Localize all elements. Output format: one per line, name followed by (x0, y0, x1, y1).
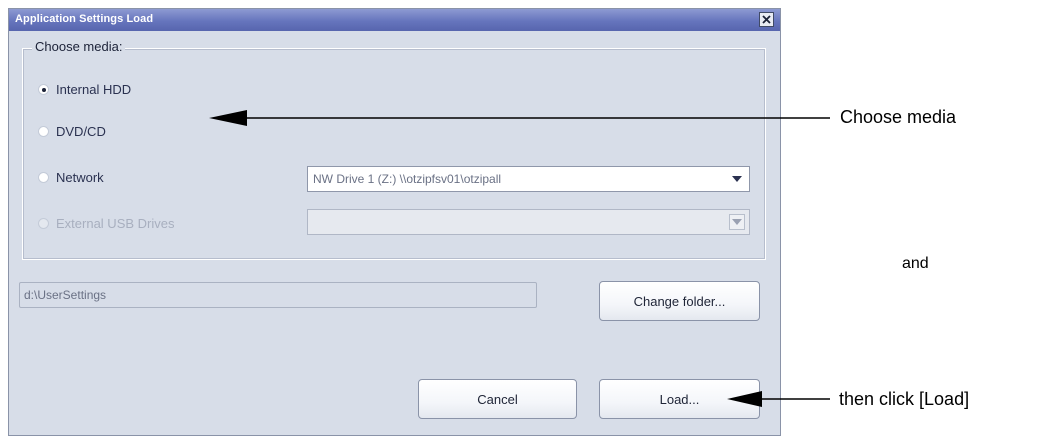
title-bar[interactable]: Application Settings Load (9, 9, 780, 31)
annotation-then-click-load: then click [Load] (839, 389, 970, 409)
choose-media-legend: Choose media: (32, 39, 126, 54)
dialog-title: Application Settings Load (15, 13, 154, 25)
network-drive-value: NW Drive 1 (Z:) \\otzipfsv01\otzipall (313, 172, 502, 186)
screenshot: Application Settings Load Choose media: … (0, 0, 1044, 440)
load-button[interactable]: Load... (599, 379, 760, 419)
annotation-and: and (902, 255, 929, 272)
folder-path-value: d:\UserSettings (24, 288, 107, 302)
radio-label: DVD/CD (56, 124, 106, 139)
folder-path-field[interactable]: d:\UserSettings (19, 282, 537, 308)
radio-label: External USB Drives (56, 216, 175, 231)
radio-label: Internal HDD (56, 82, 132, 97)
radio-button-checked[interactable] (38, 84, 49, 95)
usb-drive-select (307, 209, 750, 235)
network-drive-select[interactable]: NW Drive 1 (Z:) \\otzipfsv01\otzipall (307, 166, 750, 192)
change-folder-button[interactable]: Change folder... (599, 281, 760, 321)
radio-label: Network (56, 170, 104, 185)
close-icon (762, 15, 771, 24)
chevron-down-icon (729, 214, 745, 230)
cancel-button[interactable]: Cancel (418, 379, 577, 419)
radio-button-disabled (38, 218, 49, 229)
radio-network[interactable]: Network (38, 170, 104, 185)
radio-internal-hdd[interactable]: Internal HDD (38, 82, 131, 97)
chevron-down-icon[interactable] (729, 171, 745, 187)
radio-dvd-cd[interactable]: DVD/CD (38, 124, 106, 139)
radio-external-usb: External USB Drives (38, 216, 174, 231)
radio-button[interactable] (38, 126, 49, 137)
radio-button[interactable] (38, 172, 49, 183)
close-button[interactable] (759, 12, 774, 27)
annotation-choose-media: Choose media (840, 107, 957, 127)
